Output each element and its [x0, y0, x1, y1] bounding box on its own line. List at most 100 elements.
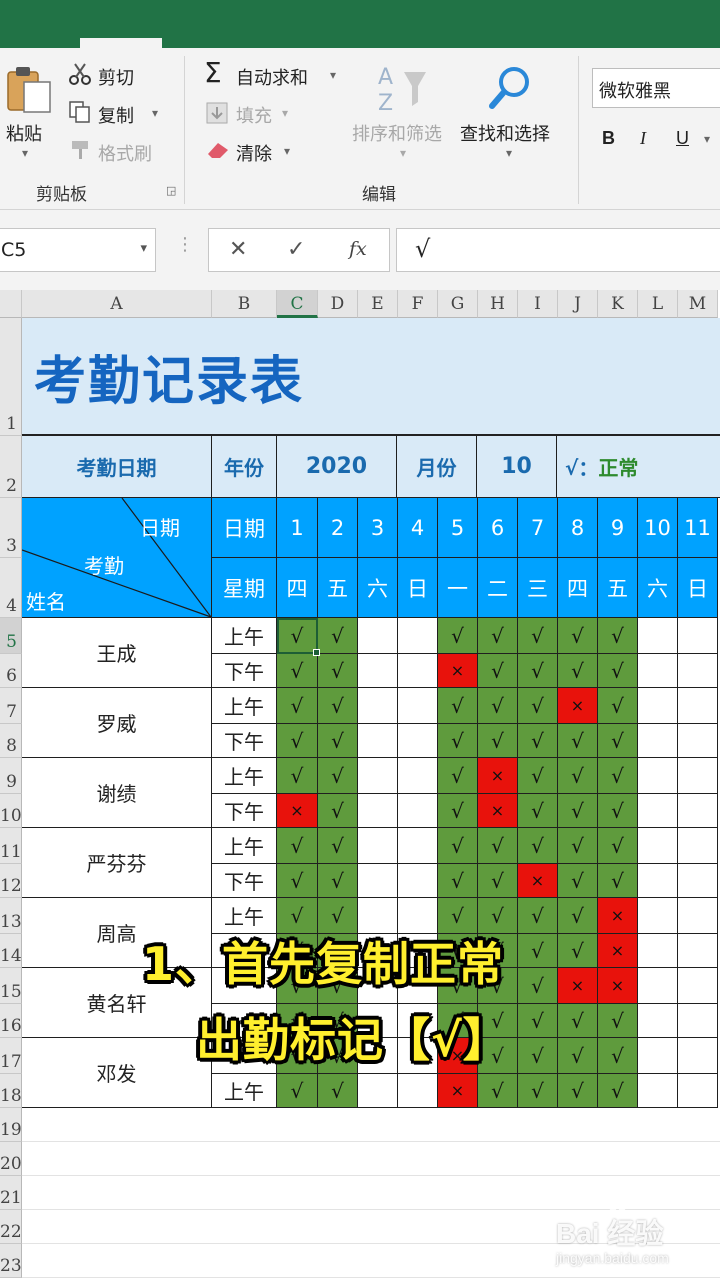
empty-cell[interactable]: [678, 828, 718, 864]
empty-cell[interactable]: [678, 654, 718, 688]
clipboard-launcher-icon[interactable]: ◲: [166, 184, 176, 197]
corner-header-cell[interactable]: 日期 考勤 姓名: [22, 498, 212, 618]
present-mark-cell[interactable]: √: [277, 1074, 318, 1108]
paste-dropdown-icon[interactable]: ▾: [22, 146, 28, 160]
present-mark-cell[interactable]: √: [277, 864, 318, 898]
row-header-15[interactable]: 15: [0, 968, 22, 1004]
column-header-g[interactable]: G: [438, 290, 478, 318]
present-mark-cell[interactable]: √: [478, 654, 518, 688]
weekday-cell[interactable]: 一: [438, 558, 478, 618]
empty-cell[interactable]: [638, 898, 678, 934]
present-mark-cell[interactable]: √: [518, 724, 558, 758]
empty-cell[interactable]: [678, 1038, 718, 1074]
clear-dropdown-icon[interactable]: ▾: [284, 144, 290, 158]
weekday-cell[interactable]: 四: [277, 558, 318, 618]
present-mark-cell[interactable]: √: [598, 654, 638, 688]
present-mark-cell[interactable]: √: [478, 618, 518, 654]
present-mark-cell[interactable]: √: [438, 758, 478, 794]
present-mark-cell[interactable]: √: [277, 828, 318, 864]
row-header-19[interactable]: 19: [0, 1108, 22, 1142]
column-header-a[interactable]: A: [22, 290, 212, 318]
empty-cell[interactable]: [638, 934, 678, 968]
present-mark-cell[interactable]: √: [518, 618, 558, 654]
weekday-cell[interactable]: 日: [398, 558, 438, 618]
present-mark-cell[interactable]: √: [598, 758, 638, 794]
present-mark-cell[interactable]: √: [478, 828, 518, 864]
present-mark-cell[interactable]: √: [598, 688, 638, 724]
present-mark-cell[interactable]: √: [318, 828, 358, 864]
day-number-cell[interactable]: 3: [358, 498, 398, 558]
empty-cell[interactable]: [638, 1038, 678, 1074]
column-header-m[interactable]: M: [678, 290, 718, 318]
row-header-3[interactable]: 3: [0, 498, 22, 558]
present-mark-cell[interactable]: √: [518, 898, 558, 934]
column-header-j[interactable]: J: [558, 290, 598, 318]
row-header-8[interactable]: 8: [0, 724, 22, 758]
format-painter-button[interactable]: 格式刷: [98, 140, 152, 166]
employee-name-cell[interactable]: 邓发: [22, 1038, 212, 1108]
row-header-11[interactable]: 11: [0, 828, 22, 864]
absent-mark-cell[interactable]: ×: [438, 654, 478, 688]
weekday-cell[interactable]: 六: [638, 558, 678, 618]
empty-cell[interactable]: [678, 898, 718, 934]
row-header-16[interactable]: 16: [0, 1004, 22, 1038]
present-mark-cell[interactable]: √: [598, 724, 638, 758]
insert-function-button[interactable]: fx: [349, 238, 367, 260]
italic-button[interactable]: I: [640, 128, 646, 149]
underline-button[interactable]: U: [676, 128, 689, 149]
absent-mark-cell[interactable]: ×: [478, 758, 518, 794]
present-mark-cell[interactable]: √: [598, 1004, 638, 1038]
column-header-f[interactable]: F: [398, 290, 438, 318]
present-mark-cell[interactable]: √: [438, 688, 478, 724]
present-mark-cell[interactable]: √: [598, 1038, 638, 1074]
present-mark-cell[interactable]: √: [318, 1074, 358, 1108]
row-header-12[interactable]: 12: [0, 864, 22, 898]
present-mark-cell[interactable]: √: [318, 724, 358, 758]
row-header-4[interactable]: 4: [0, 558, 22, 618]
present-mark-cell[interactable]: √: [318, 794, 358, 828]
present-mark-cell[interactable]: √: [318, 758, 358, 794]
row-header-6[interactable]: 6: [0, 654, 22, 688]
present-mark-cell[interactable]: √: [558, 794, 598, 828]
present-mark-cell[interactable]: √: [478, 1074, 518, 1108]
sort-filter-dropdown-icon[interactable]: ▾: [400, 146, 406, 160]
absent-mark-cell[interactable]: ×: [558, 968, 598, 1004]
empty-cell[interactable]: [638, 864, 678, 898]
empty-cell[interactable]: [638, 1074, 678, 1108]
present-mark-cell[interactable]: √: [558, 1074, 598, 1108]
day-header-cell[interactable]: 日期: [212, 498, 277, 558]
empty-cell[interactable]: [638, 724, 678, 758]
select-all-corner[interactable]: [0, 290, 22, 318]
present-mark-cell[interactable]: √: [598, 864, 638, 898]
empty-cell[interactable]: [678, 688, 718, 724]
name-box[interactable]: C5 ▾: [0, 228, 156, 272]
row-header-10[interactable]: 10: [0, 794, 22, 828]
present-mark-cell[interactable]: √: [518, 828, 558, 864]
empty-cell[interactable]: [678, 864, 718, 898]
day-number-cell[interactable]: 7: [518, 498, 558, 558]
cancel-button[interactable]: ✕: [229, 237, 247, 262]
empty-cell[interactable]: [358, 828, 398, 864]
row-header-22[interactable]: 22: [0, 1210, 22, 1244]
year-value-cell[interactable]: 2020: [277, 436, 397, 498]
weekday-cell[interactable]: 五: [598, 558, 638, 618]
present-mark-cell[interactable]: √: [318, 688, 358, 724]
empty-cell[interactable]: [678, 758, 718, 794]
bold-button[interactable]: B: [602, 128, 615, 149]
empty-cell[interactable]: [638, 828, 678, 864]
empty-cell[interactable]: [398, 688, 438, 724]
empty-cell[interactable]: [638, 758, 678, 794]
present-mark-cell[interactable]: √: [518, 934, 558, 968]
row-header-13[interactable]: 13: [0, 898, 22, 934]
empty-cell[interactable]: [398, 654, 438, 688]
weekday-cell[interactable]: 三: [518, 558, 558, 618]
absent-mark-cell[interactable]: ×: [478, 794, 518, 828]
present-mark-cell[interactable]: √: [598, 828, 638, 864]
empty-cell[interactable]: [678, 968, 718, 1004]
font-name-box[interactable]: 微软雅黑: [592, 68, 720, 108]
column-header-b[interactable]: B: [212, 290, 277, 318]
weekday-cell[interactable]: 二: [478, 558, 518, 618]
present-mark-cell[interactable]: √: [518, 794, 558, 828]
day-number-cell[interactable]: 10: [638, 498, 678, 558]
present-mark-cell[interactable]: √: [598, 794, 638, 828]
